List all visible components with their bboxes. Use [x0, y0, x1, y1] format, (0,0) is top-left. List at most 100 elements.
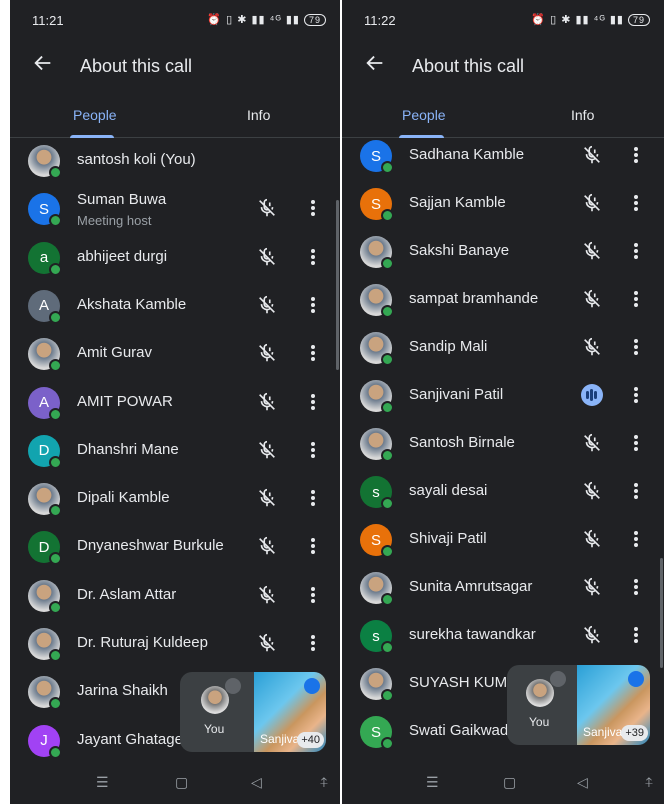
avatar [28, 483, 62, 518]
picture-in-picture[interactable]: You Sanjiva +40 [180, 672, 326, 752]
mic-off-icon[interactable] [256, 246, 278, 268]
more-options-icon[interactable] [308, 246, 318, 268]
back-arrow-icon[interactable] [32, 52, 56, 76]
participant-row[interactable]: Amit Gurav [10, 330, 340, 378]
participant-row[interactable]: Dipali Kamble [10, 475, 340, 523]
accessibility-button[interactable]: ⍏ [320, 774, 328, 791]
more-options-icon[interactable] [631, 624, 641, 646]
mic-off-icon[interactable] [581, 240, 603, 262]
scrollbar[interactable] [660, 558, 663, 668]
picture-in-picture[interactable]: You Sanjiva +39 [507, 665, 650, 745]
more-options-icon[interactable] [631, 288, 641, 310]
more-options-icon[interactable] [631, 144, 641, 166]
participant-row[interactable]: S Suman Buwa Meeting host [10, 185, 340, 233]
online-status-dot [381, 497, 394, 510]
more-options-icon[interactable] [308, 439, 318, 461]
home-button[interactable]: ▢ [503, 774, 516, 791]
participant-row[interactable]: A AMIT POWAR [10, 379, 340, 427]
participant-row[interactable]: sampat bramhande [342, 276, 664, 324]
mic-off-icon[interactable] [581, 480, 603, 502]
mic-off-icon[interactable] [256, 487, 278, 509]
more-options-icon[interactable] [308, 535, 318, 557]
more-options-icon[interactable] [308, 294, 318, 316]
more-options-icon[interactable] [308, 342, 318, 364]
tab-people[interactable]: People [402, 107, 446, 123]
mic-off-icon[interactable] [581, 576, 603, 598]
mic-off-icon[interactable] [581, 192, 603, 214]
mic-off-icon[interactable] [256, 584, 278, 606]
more-options-icon[interactable] [308, 487, 318, 509]
participant-row[interactable]: s surekha tawandkar [342, 612, 664, 660]
participant-name: Sakshi Banaye [409, 242, 510, 259]
participant-role: Meeting host [77, 213, 152, 229]
mic-off-icon[interactable] [256, 294, 278, 316]
mic-off-icon[interactable] [581, 432, 603, 454]
home-button[interactable]: ▢ [175, 774, 188, 791]
more-options-icon[interactable] [308, 197, 318, 219]
participant-name: Sadhana Kamble [409, 146, 525, 163]
participant-row[interactable]: a abhijeet durgi [10, 234, 340, 282]
app-bar: About this call [342, 40, 664, 95]
online-status-dot [49, 600, 62, 614]
mic-off-icon[interactable] [581, 144, 603, 166]
participant-row[interactable]: Sanjivani Patil [342, 372, 664, 420]
mic-off-icon[interactable] [581, 624, 603, 646]
participant-row[interactable]: Dr. Ruturaj Kuldeep [10, 620, 340, 668]
more-options-icon[interactable] [631, 480, 641, 502]
participant-row[interactable]: santosh koli (You) [10, 137, 340, 185]
avatar [28, 579, 62, 614]
more-options-icon[interactable] [308, 632, 318, 654]
participant-row[interactable]: S Sajjan Kamble [342, 180, 664, 228]
participant-row[interactable]: D Dhanshri Mane [10, 427, 340, 475]
mic-off-icon[interactable] [256, 632, 278, 654]
more-options-icon[interactable] [631, 192, 641, 214]
speaker-tile: Sanjiva +39 [577, 665, 650, 745]
more-options-icon[interactable] [631, 384, 641, 406]
more-options-icon[interactable] [631, 528, 641, 550]
participant-row[interactable]: Dr. Aslam Attar [10, 572, 340, 620]
mic-off-icon[interactable] [256, 439, 278, 461]
tab-info[interactable]: Info [247, 107, 270, 123]
mic-off-icon[interactable] [581, 528, 603, 550]
participant-row[interactable]: Santosh Birnale [342, 420, 664, 468]
participant-row[interactable]: S Sadhana Kamble [342, 132, 664, 180]
speaker-active-icon [628, 671, 644, 687]
tab-bar: People Info [10, 95, 340, 138]
mic-off-icon[interactable] [581, 288, 603, 310]
recent-apps-button[interactable]: ☰ [96, 774, 109, 791]
back-arrow-icon[interactable] [364, 52, 388, 76]
more-options-icon[interactable] [631, 336, 641, 358]
participant-row[interactable]: D Dnyaneshwar Burkule [10, 523, 340, 571]
tab-people[interactable]: People [73, 107, 117, 123]
mic-off-icon[interactable] [256, 391, 278, 413]
self-tile: You [507, 665, 577, 745]
participant-row[interactable]: Sandip Mali [342, 324, 664, 372]
speaker-name: Sanjiva [583, 725, 623, 739]
participant-list: santosh koli (You) S Suman Buwa Meeting hos… [10, 137, 340, 764]
online-status-dot [381, 737, 394, 750]
call-details-screen-2: 11:22 ⏰ ▯ ✱ ▮▮ ⁴ᴳ ▮▮ 79 About this call Peop… [342, 0, 664, 804]
participant-row[interactable]: Sunita Amrutsagar [342, 564, 664, 612]
tab-info[interactable]: Info [571, 107, 594, 123]
mic-off-icon[interactable] [256, 342, 278, 364]
more-options-icon[interactable] [308, 391, 318, 413]
participant-row[interactable]: S Shivaji Patil [342, 516, 664, 564]
participant-row[interactable]: Sakshi Banaye [342, 228, 664, 276]
avatar [360, 284, 394, 318]
participant-row[interactable]: A Akshata Kamble [10, 282, 340, 330]
more-options-icon[interactable] [631, 576, 641, 598]
accessibility-button[interactable]: ⍏ [645, 774, 653, 791]
online-status-dot [49, 407, 62, 421]
scrollbar[interactable] [336, 200, 339, 370]
recent-apps-button[interactable]: ☰ [426, 774, 439, 791]
participant-row[interactable]: s sayali desai [342, 468, 664, 516]
mic-off-icon[interactable] [256, 535, 278, 557]
more-options-icon[interactable] [631, 240, 641, 262]
avatar-initial: J [40, 732, 48, 750]
mic-off-icon[interactable] [256, 197, 278, 219]
mic-off-icon[interactable] [581, 336, 603, 358]
more-options-icon[interactable] [631, 432, 641, 454]
more-options-icon[interactable] [308, 584, 318, 606]
back-button[interactable]: ◁ [251, 774, 262, 791]
back-button[interactable]: ◁ [577, 774, 588, 791]
